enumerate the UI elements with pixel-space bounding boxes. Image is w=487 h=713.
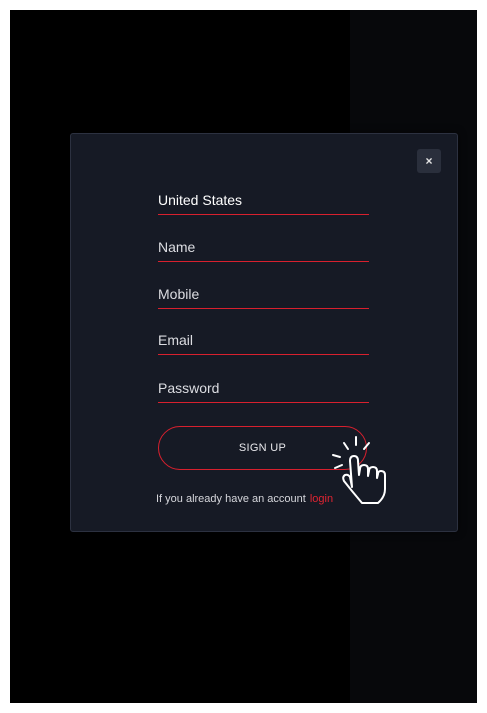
mobile-field[interactable]: Mobile (158, 280, 369, 309)
page-overlay: × United States Name Mobile Email Passwo… (10, 10, 477, 703)
password-field[interactable]: Password (158, 374, 369, 403)
signup-label: SIGN UP (238, 442, 287, 454)
hand-pointer-click-icon (332, 436, 386, 504)
close-icon: × (425, 154, 433, 168)
signup-modal: × United States Name Mobile Email Passwo… (70, 133, 458, 532)
password-placeholder: Password (158, 380, 220, 396)
close-button[interactable]: × (417, 149, 441, 173)
email-placeholder: Email (158, 332, 194, 348)
name-placeholder: Name (158, 239, 196, 255)
name-field[interactable]: Name (158, 233, 369, 262)
mobile-placeholder: Mobile (158, 286, 200, 302)
account-prompt: If you already have an account login (156, 493, 333, 505)
account-text: If you already have an account (156, 493, 306, 505)
email-field[interactable]: Email (158, 326, 369, 355)
country-value: United States (158, 192, 243, 208)
country-select[interactable]: United States (158, 186, 369, 215)
